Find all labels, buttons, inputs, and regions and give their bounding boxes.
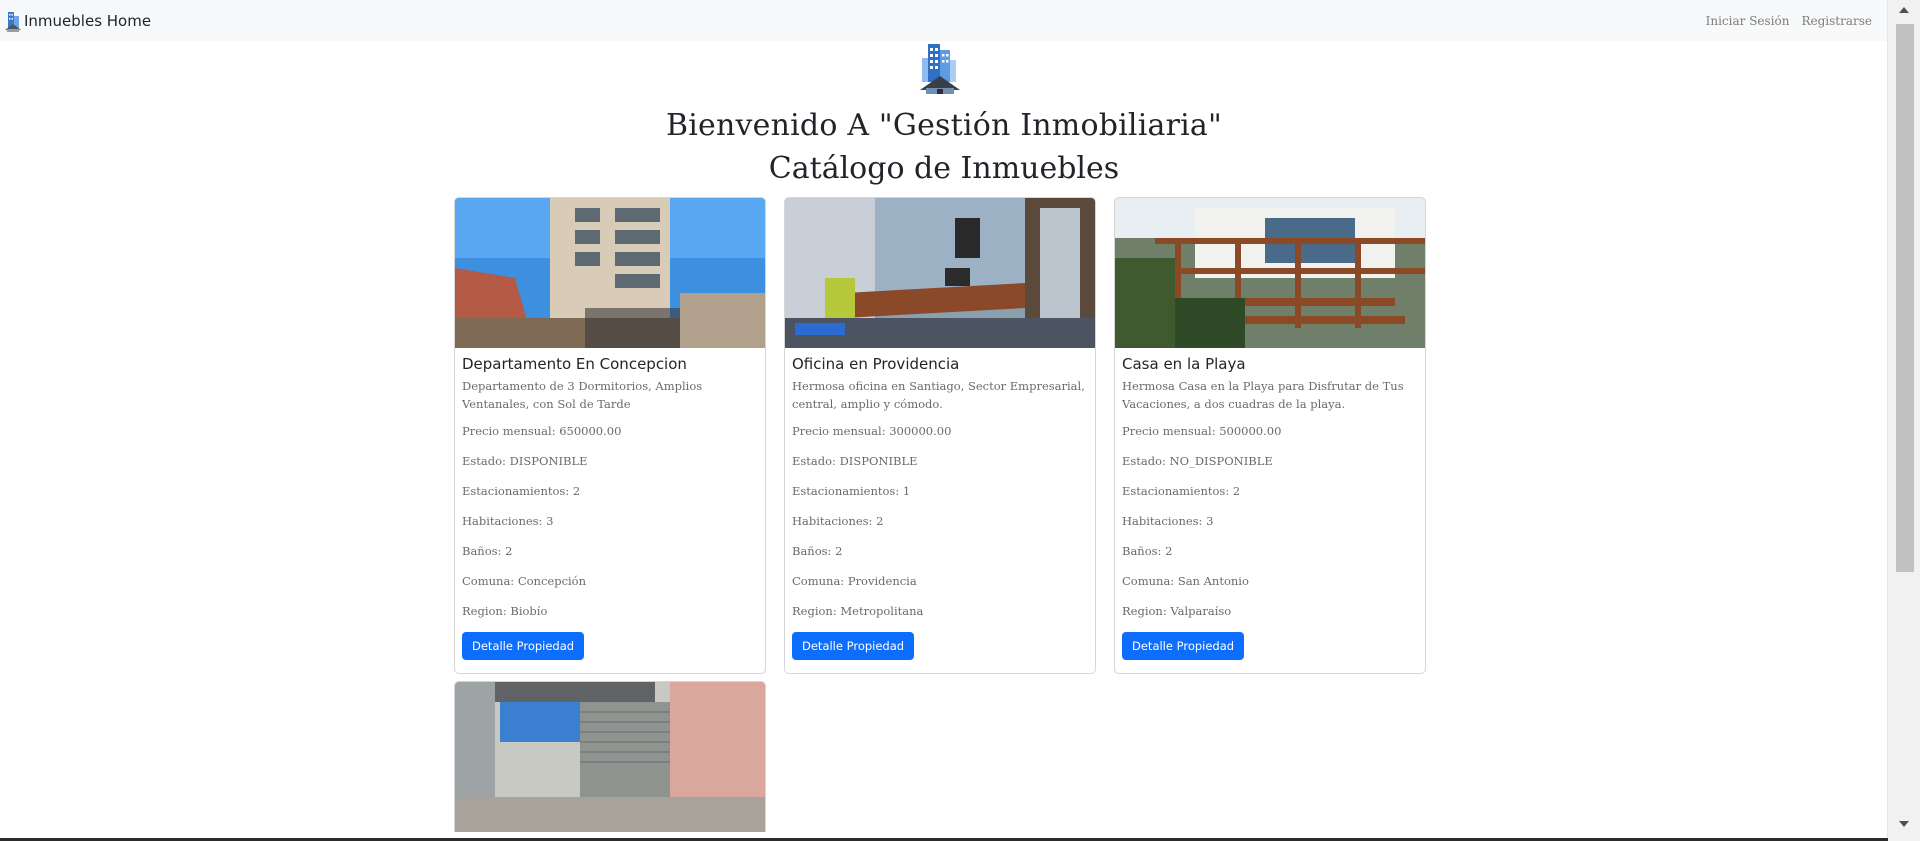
register-link[interactable]: Registrarse — [1801, 14, 1872, 28]
property-image — [785, 198, 1095, 348]
property-image — [1115, 198, 1425, 348]
scroll-thumb[interactable] — [1896, 24, 1914, 572]
scroll-down-icon[interactable] — [1899, 821, 1909, 827]
building-logo-icon — [5, 11, 21, 32]
detail-button[interactable]: Detalle Propiedad — [462, 632, 585, 660]
property-card: Oficina en Providencia Hermosa oficina e… — [784, 197, 1096, 674]
card-rooms: Habitaciones: 3 — [1122, 514, 1214, 528]
card-description: Departamento de 3 Dormitorios, Amplios V… — [462, 379, 703, 411]
card-title: Departamento En Concepcion — [462, 355, 687, 373]
card-price: Precio mensual: 300000.00 — [792, 424, 952, 438]
scroll-up-icon[interactable] — [1899, 7, 1909, 13]
card-commune: Comuna: Providencia — [792, 574, 917, 588]
card-region: Region: Biobío — [462, 604, 548, 618]
property-card — [454, 681, 766, 832]
card-baths: Baños: 2 — [1122, 544, 1173, 558]
card-parking: Estacionamientos: 2 — [1122, 484, 1241, 498]
card-region: Region: Valparaíso — [1122, 604, 1232, 618]
detail-button[interactable]: Detalle Propiedad — [1122, 632, 1245, 660]
card-price: Precio mensual: 650000.00 — [462, 424, 622, 438]
card-commune: Comuna: Concepción — [462, 574, 587, 588]
card-status: Estado: NO_DISPONIBLE — [1122, 454, 1273, 468]
property-image — [455, 198, 765, 348]
navbar: Inmuebles Home Iniciar Sesión Registrars… — [0, 0, 1888, 41]
property-image — [455, 682, 765, 832]
card-title: Casa en la Playa — [1122, 355, 1246, 373]
card-baths: Baños: 2 — [792, 544, 843, 558]
brand-text: Inmuebles Home — [24, 11, 152, 30]
property-card: Departamento En Concepcion Departamento … — [454, 197, 766, 674]
card-baths: Baños: 2 — [462, 544, 513, 558]
card-parking: Estacionamientos: 1 — [792, 484, 911, 498]
card-rooms: Habitaciones: 2 — [792, 514, 884, 528]
card-status: Estado: DISPONIBLE — [462, 454, 588, 468]
building-logo-icon — [920, 44, 960, 94]
detail-button[interactable]: Detalle Propiedad — [792, 632, 915, 660]
login-link[interactable]: Iniciar Sesión — [1706, 14, 1790, 28]
brand-link[interactable]: Inmuebles Home — [4, 9, 151, 33]
card-description: Hermosa oficina en Santiago, Sector Empr… — [792, 379, 1085, 411]
scrollbar[interactable] — [1887, 0, 1920, 841]
page-title: Bienvenido A "Gestión Inmobiliaria" — [666, 108, 1222, 143]
card-price: Precio mensual: 500000.00 — [1122, 424, 1282, 438]
card-parking: Estacionamientos: 2 — [462, 484, 581, 498]
page-subtitle: Catálogo de Inmuebles — [768, 151, 1120, 186]
card-commune: Comuna: San Antonio — [1122, 574, 1249, 588]
nav-links: Iniciar Sesión Registrarse — [1694, 14, 1872, 28]
card-region: Region: Metropolitana — [792, 604, 924, 618]
card-title: Oficina en Providencia — [792, 355, 960, 373]
card-description: Hermosa Casa en la Playa para Disfrutar … — [1122, 379, 1404, 411]
card-status: Estado: DISPONIBLE — [792, 454, 918, 468]
property-card: Casa en la Playa Hermosa Casa en la Play… — [1114, 197, 1426, 674]
card-rooms: Habitaciones: 3 — [462, 514, 554, 528]
